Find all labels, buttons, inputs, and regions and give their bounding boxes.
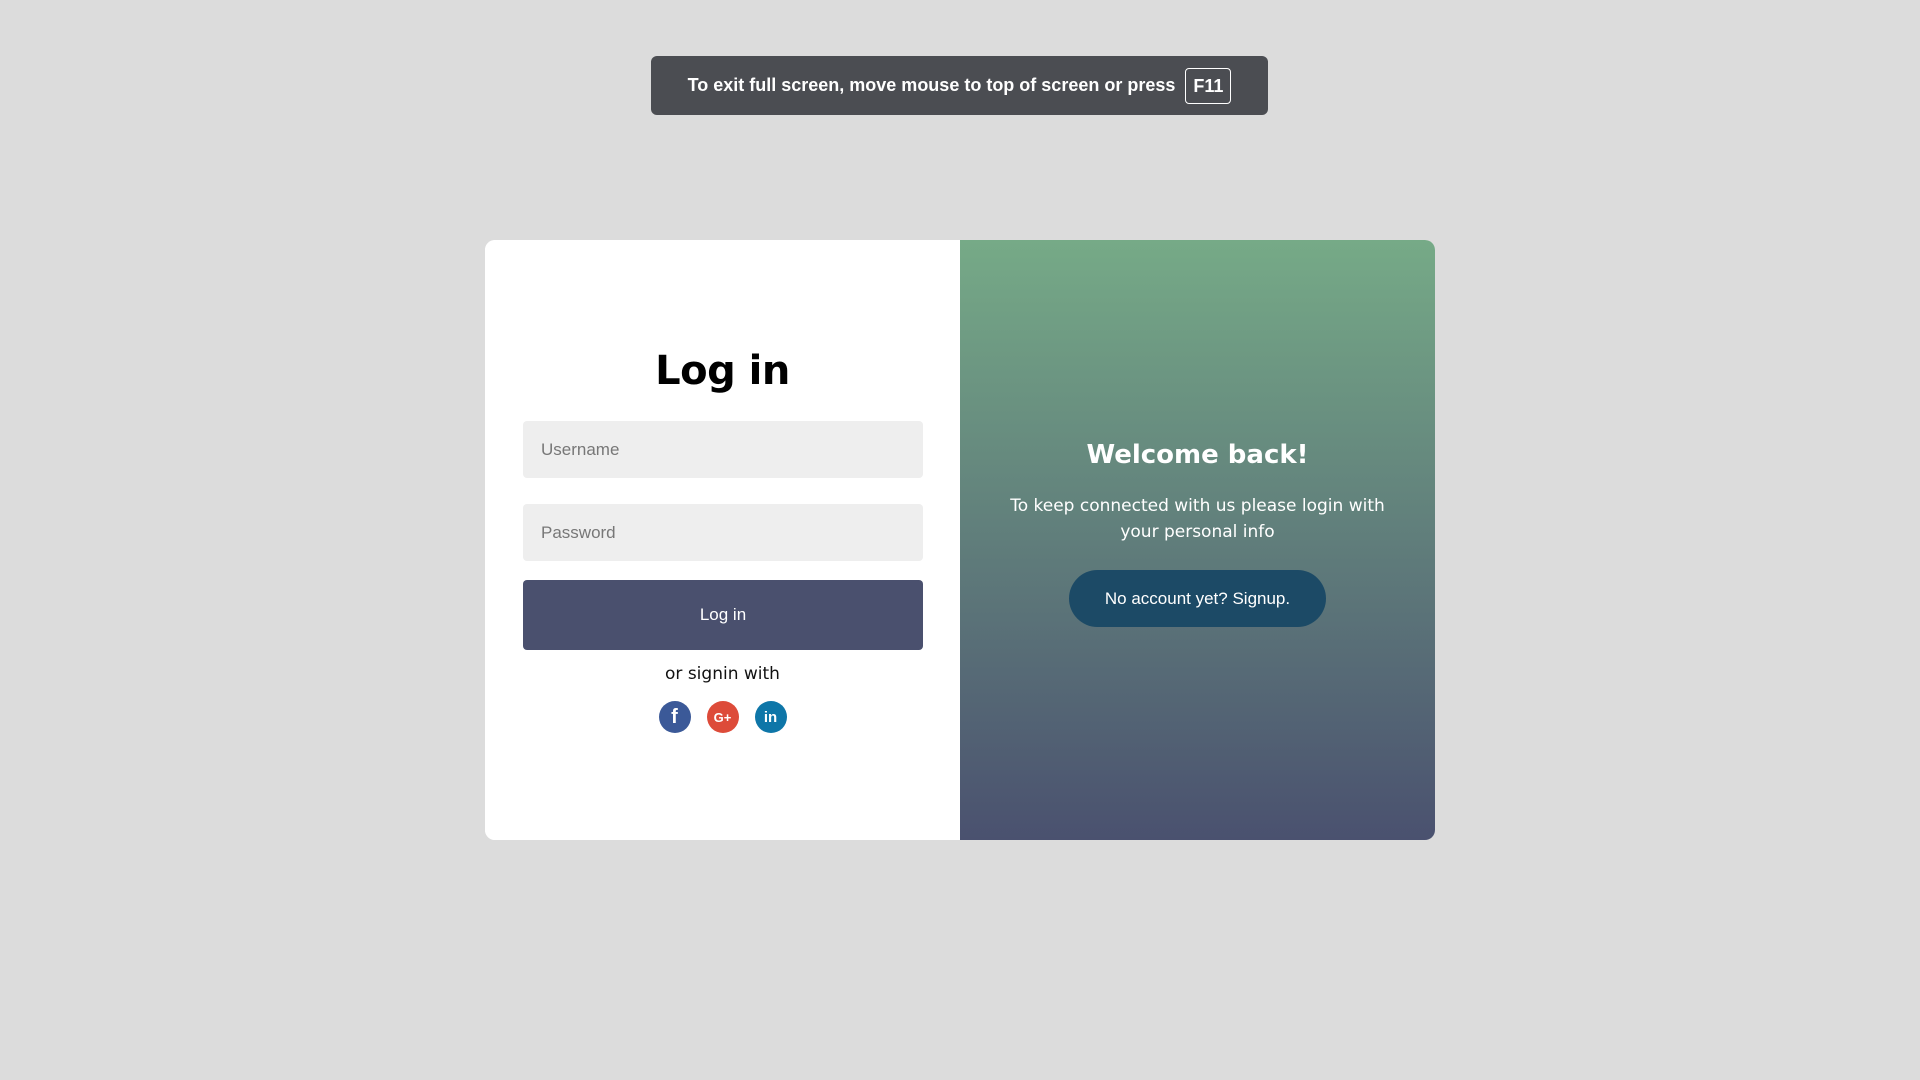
alt-signin-text: or signin with — [665, 664, 780, 684]
signup-button[interactable]: No account yet? Signup. — [1069, 570, 1326, 627]
f11-key-badge: F11 — [1185, 67, 1232, 104]
welcome-subtitle: To keep connected with us please login w… — [1010, 496, 1385, 542]
welcome-title: Welcome back! — [1086, 440, 1309, 470]
password-input[interactable] — [523, 504, 923, 561]
fullscreen-exit-notice: To exit full screen, move mouse to top o… — [651, 56, 1268, 115]
username-input[interactable] — [523, 421, 923, 478]
facebook-icon[interactable]: f — [658, 701, 691, 733]
google-plus-icon[interactable]: G+ — [706, 701, 739, 733]
login-button[interactable]: Log in — [523, 580, 923, 650]
auth-card: Log in Log in or signin with f G+ in Wel… — [485, 240, 1435, 840]
login-title: Log in — [655, 348, 790, 394]
welcome-panel: Welcome back! To keep connected with us … — [960, 240, 1435, 840]
fullscreen-notice-message: To exit full screen, move mouse to top o… — [687, 75, 1176, 95]
login-panel: Log in Log in or signin with f G+ in — [485, 240, 960, 840]
linkedin-icon[interactable]: in — [754, 701, 787, 733]
social-login-group: f G+ in — [485, 701, 960, 733]
